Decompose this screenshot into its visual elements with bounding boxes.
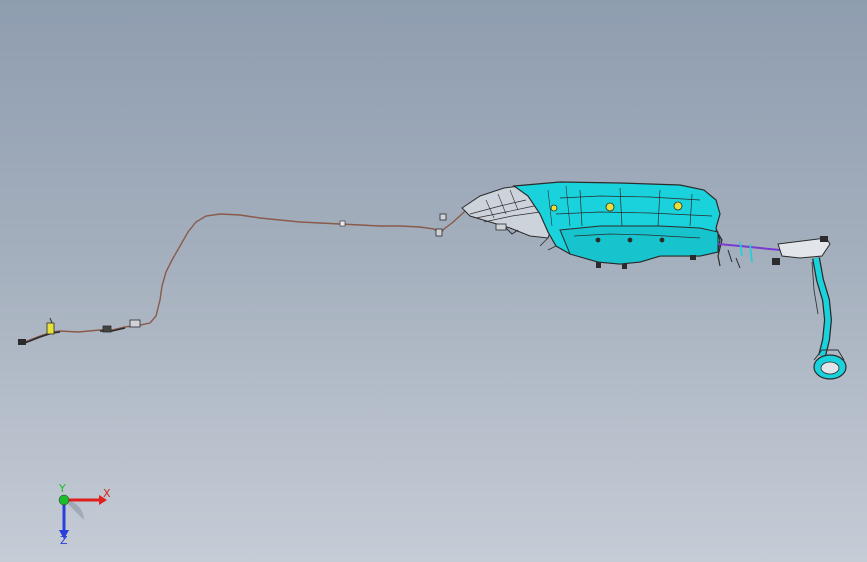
line-clip-3[interactable] [339,220,346,227]
line-connector-1[interactable] [129,319,141,328]
fuel-line[interactable] [21,195,483,345]
graphics-viewport[interactable]: X Y Z [0,0,867,562]
line-clip-2[interactable] [102,325,112,333]
line-clip-1[interactable] [18,339,26,345]
y-axis-point [58,494,70,506]
y-axis-label: Y [58,482,66,495]
coordinate-triad: X Y Z [58,482,111,547]
line-connector-2[interactable] [435,213,447,237]
z-axis-label: Z [60,534,68,547]
filter-marker[interactable] [46,317,55,335]
vent-line[interactable] [717,241,781,269]
3d-model-view[interactable] [0,0,867,562]
filler-pipe[interactable] [772,236,847,380]
x-axis-label: X [103,487,111,500]
